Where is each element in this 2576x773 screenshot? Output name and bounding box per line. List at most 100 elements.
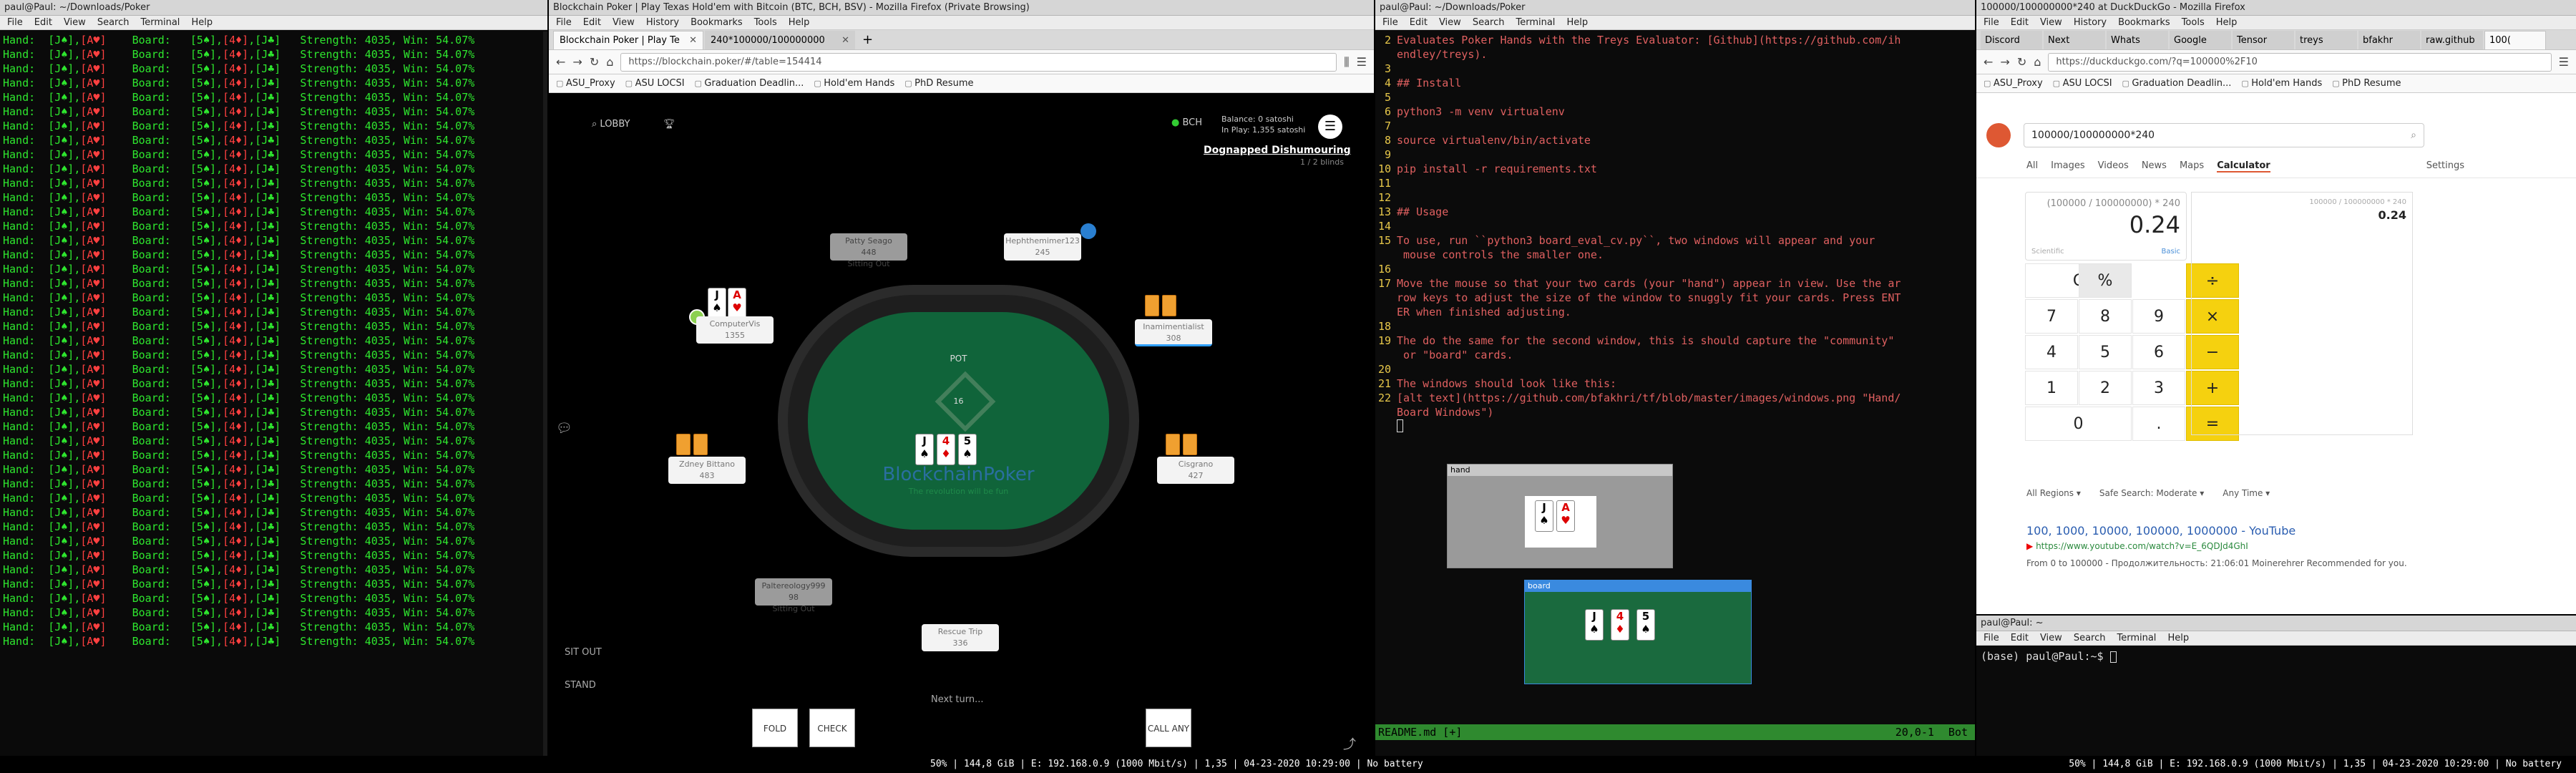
url-bar[interactable]: https://blockchain.poker/#/table=154414 [620,52,1337,72]
close-icon[interactable]: ✕ [689,35,697,46]
calc-key[interactable]: 2 [2079,371,2132,405]
call-any-button[interactable]: CALL ANY [1146,709,1191,747]
result-title[interactable]: 100, 1000, 10000, 100000, 1000000 - YouT… [2026,524,2296,538]
calc-mode-scientific[interactable]: Scientific [2031,248,2064,256]
ddg-nav-item[interactable]: Maps [2180,160,2204,172]
menu-item[interactable]: File [1984,631,1999,645]
calc-key[interactable]: 3 [2132,371,2185,405]
menu-item[interactable]: View [1439,16,1461,29]
menu-item[interactable]: Bookmarks [2118,16,2170,29]
calc-key[interactable]: 6 [2132,335,2185,369]
currency-toggle[interactable]: ● BCH [1171,117,1202,128]
menu-item[interactable]: Search [97,16,130,29]
menu-item[interactable]: File [1382,16,1398,29]
terminal-prompt[interactable]: (base) paul@Paul:~$ [1976,646,2576,667]
firefox-poker-window[interactable]: Blockchain Poker | Play Texas Hold'em wi… [549,0,1374,756]
menu-item[interactable]: Help [1566,16,1588,29]
terminal-vim-window[interactable]: paul@Paul: ~/Downloads/Poker File Edit Vie… [1375,0,1975,756]
tab-poker[interactable]: Blockchain Poker | Play Te ✕ [553,31,703,49]
calc-key[interactable]: 8 [2079,299,2132,334]
forward-icon[interactable]: → [2000,55,2009,69]
seat-1[interactable]: Patty Seago 448 Sitting Out [830,233,907,268]
menu-item[interactable]: Terminal [1516,16,1555,29]
poker-game-area[interactable]: ⌕ LOBBY 🏆︎ ● BCH Balance: 0 satoshi In P… [549,93,1374,756]
terminal-window-left[interactable]: paul@Paul: ~/Downloads/Poker File Edit Vie… [0,0,547,756]
search-input[interactable]: 100000/100000000*240 ⌕ [2024,123,2424,147]
menu-item[interactable]: Edit [2011,16,2029,29]
bookmark-item[interactable]: PhD Resume [904,78,973,89]
home-icon[interactable]: ⌂ [2034,55,2041,69]
browser-tab[interactable]: Tensor [2233,31,2294,49]
menu-icon[interactable]: ☰ [1357,55,1367,69]
seat-6[interactable]: Cisgrano 427 [1157,457,1234,484]
chat-icon[interactable]: 💬︎ [556,421,572,436]
menu-item[interactable]: File [1984,16,1999,29]
ddg-nav-item[interactable]: Images [2051,160,2085,172]
menu-item[interactable]: Tools [2182,16,2205,29]
library-icon[interactable]: ⫼ [1344,55,1349,69]
ddg-nav-item[interactable]: Videos [2098,160,2129,172]
hand-capture-window[interactable]: hand J ♠ A ♥ [1447,464,1673,568]
calc-key[interactable]: 7 [2025,299,2078,334]
filter-dropdown[interactable]: Any Time ▾ [2223,488,2270,498]
menu-item[interactable]: File [7,16,23,29]
back-icon[interactable]: ← [556,55,565,69]
menu-item[interactable]: File [556,16,572,29]
seat-2[interactable]: Hephthemimer123 245 [1004,233,1081,261]
menu-item[interactable]: View [2040,631,2062,645]
browser-tab[interactable]: Discord [1981,31,2042,49]
ddg-nav-item[interactable]: Settings [2426,160,2464,172]
menu-item[interactable]: Help [191,16,213,29]
calc-key[interactable]: 1 [2025,371,2078,405]
reload-icon[interactable]: ↻ [2017,55,2026,69]
browser-tab[interactable]: Next [2044,31,2105,49]
bookmark-item[interactable]: ASU LOCSI [2053,78,2112,89]
terminal-window-small[interactable]: paul@Paul: ~ File Edit View Search Terminal H… [1976,616,2576,756]
check-button[interactable]: CHECK [809,709,855,747]
bookmark-item[interactable]: Graduation Deadlin... [695,78,804,89]
calc-key[interactable]: 5 [2079,335,2132,369]
menu-item[interactable]: Search [1473,16,1505,29]
terminal-output[interactable]: Hand: [J♠],[A♥] Board: [5♠],[4♦],[J♣] St… [0,30,547,651]
menu-item[interactable]: Edit [1410,16,1428,29]
menu-item[interactable]: View [64,16,86,29]
seat-4[interactable]: Inamimentialist 308 [1135,319,1212,346]
trophy-icon[interactable]: 🏆︎ [663,119,675,130]
bookmark-item[interactable]: Hold'em Hands [814,78,894,89]
board-capture-window[interactable]: board J ♠ 4 ♦ 5 ♠ [1524,580,1752,684]
bookmark-item[interactable]: PhD Resume [2332,78,2401,89]
menu-item[interactable]: View [613,16,635,29]
vim-buffer[interactable]: 2 Evaluates Poker Hands with the Treys Ev… [1375,30,1975,432]
ddg-nav-item[interactable]: Calculator [2217,160,2270,172]
scrollbar[interactable] [543,31,547,756]
calc-key[interactable]: 0 [2025,407,2132,441]
filter-dropdown[interactable]: All Regions ▾ [2026,488,2081,498]
firefox-ddg-window[interactable]: 100000/100000000*240 at DuckDuckGo - Moz… [1976,0,2576,614]
bookmark-item[interactable]: Hold'em Hands [2241,78,2322,89]
home-icon[interactable]: ⌂ [606,55,613,69]
result-url[interactable]: ▶ https://www.youtube.com/watch?v=E_6QDJ… [2026,541,2248,551]
menu-item[interactable]: Edit [2011,631,2029,645]
back-icon[interactable]: ← [1984,55,1993,69]
search-icon[interactable]: ⌕ [2411,124,2416,147]
menu-item[interactable]: Help [2167,631,2189,645]
calc-key[interactable]: 9 [2132,299,2185,334]
browser-tab[interactable]: bfakhr [2358,31,2420,49]
tab-calc[interactable]: 240*100000/100000000 ✕ [705,31,855,49]
menu-item[interactable]: View [2040,16,2062,29]
bookmark-item[interactable]: ASU_Proxy [556,78,615,89]
ddg-nav-item[interactable]: News [2142,160,2167,172]
menu-item[interactable]: Edit [583,16,601,29]
menu-item[interactable]: Help [789,16,810,29]
menu-item[interactable]: Bookmarks [691,16,743,29]
bookmark-item[interactable]: Graduation Deadlin... [2122,78,2231,89]
reload-icon[interactable]: ↻ [590,55,599,69]
menu-item[interactable]: Terminal [2117,631,2156,645]
menu-item[interactable]: History [2074,16,2107,29]
url-bar[interactable]: https://duckduckgo.com/?q=100000%2F10 [2048,52,2552,72]
menu-item[interactable]: History [646,16,679,29]
stand-button[interactable]: STAND [565,680,596,691]
bookmark-item[interactable]: ASU_Proxy [1984,78,2043,89]
lobby-link[interactable]: ⌕ LOBBY [592,119,630,130]
hamburger-icon[interactable]: ☰ [1318,115,1342,139]
